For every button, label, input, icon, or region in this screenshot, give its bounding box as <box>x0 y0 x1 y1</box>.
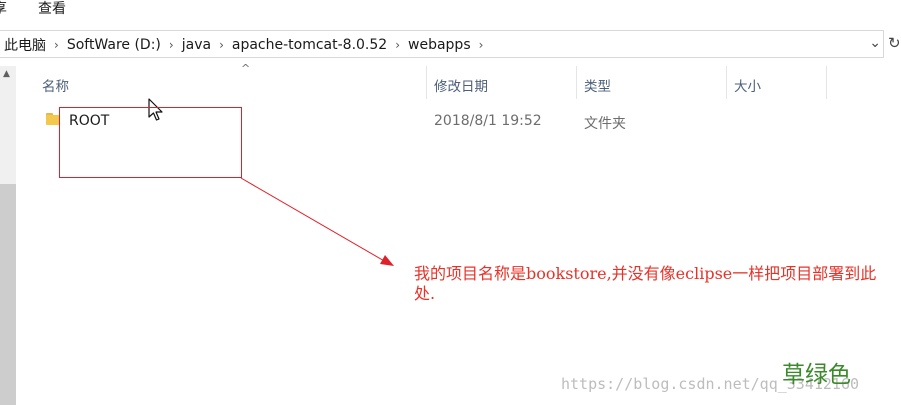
brand-watermark: 草绿色 <box>782 362 851 388</box>
annotation-arrow <box>240 177 394 266</box>
annotation-note: 我的项目名称是bookstore,并没有像eclipse一样把项目部署到此处. <box>414 264 877 303</box>
